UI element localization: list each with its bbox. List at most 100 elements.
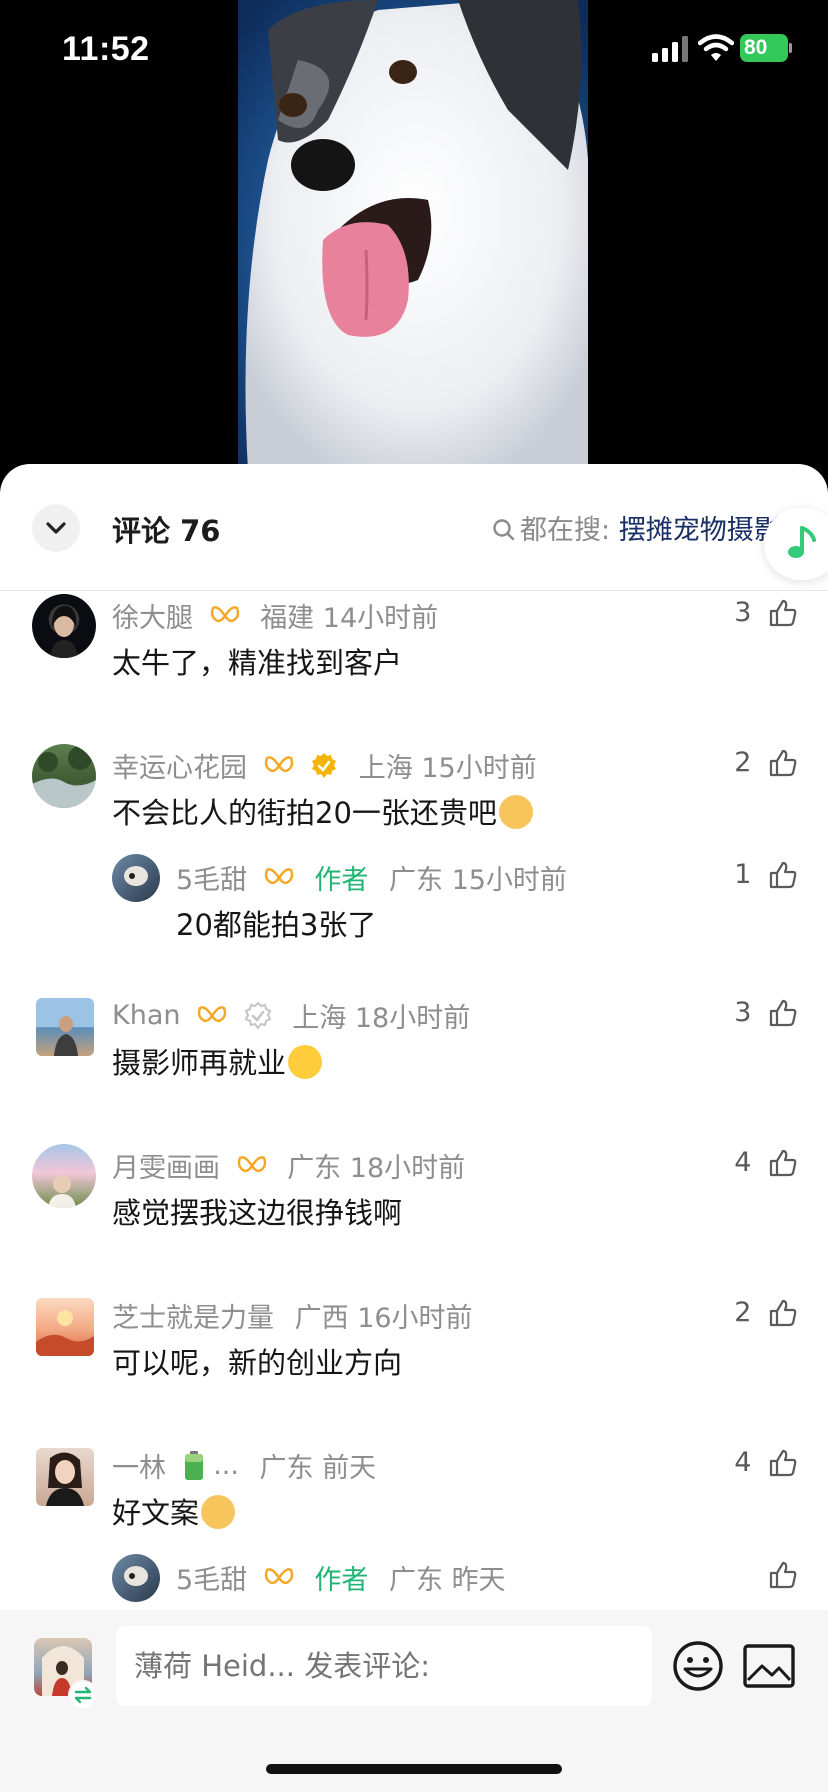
user-avatar[interactable] xyxy=(32,594,96,658)
home-indicator xyxy=(266,1764,562,1774)
avatar-image xyxy=(48,1175,76,1208)
comment-text: 感觉摆我这边很挣钱啊 xyxy=(112,1196,403,1230)
thumbs-up-icon xyxy=(769,861,797,888)
thumbs-up-icon xyxy=(769,1149,797,1176)
comment-username[interactable]: Khan xyxy=(112,1000,180,1031)
comment-time: 18小时前 xyxy=(349,1153,466,1184)
like-button[interactable]: 4 xyxy=(734,1146,798,1178)
comment-meta: 幸运心花园 上海 15小时前 xyxy=(112,746,537,785)
comment-meta: Khan 上海 18小时前 xyxy=(112,996,470,1035)
avatar-image xyxy=(124,1566,148,1586)
collapse-button[interactable] xyxy=(32,504,80,552)
comment-username[interactable]: 徐大腿 xyxy=(112,603,193,634)
reply-text: 20都能拍3张了 xyxy=(176,908,377,942)
avatar-image xyxy=(50,605,78,658)
status-time: 11:52 xyxy=(62,30,150,68)
butterfly-badge-icon xyxy=(264,867,293,884)
video-player[interactable]: 11:52 80 xyxy=(0,0,828,480)
comment-username[interactable]: 一林 xyxy=(112,1453,166,1484)
wifi-icon xyxy=(698,34,734,61)
butterfly-badge-icon xyxy=(197,1005,227,1022)
comment-text-row: 摄影师再就业 xyxy=(112,1040,323,1082)
avatar-image xyxy=(32,746,96,808)
comment-list[interactable]: 徐大腿 福建 14小时前 太牛了，精准找到客户 3 幸运心花园 上海 15小时前 xyxy=(0,592,828,1410)
reply-username[interactable]: 5毛甜 xyxy=(176,1565,247,1596)
like-button[interactable] xyxy=(760,1558,798,1590)
emoji-button-icon[interactable] xyxy=(670,1638,726,1694)
comment-time: 14小时前 xyxy=(322,603,439,634)
comment-meta: 一林 ... 广东 前天 xyxy=(112,1446,376,1485)
verified-outline-badge-icon xyxy=(244,1001,272,1030)
like-count: 1 xyxy=(734,859,752,890)
chevron-down-icon xyxy=(46,522,66,534)
comment-time: 前天 xyxy=(322,1453,377,1484)
avatar-image xyxy=(36,1310,94,1356)
username-ellipsis: ... xyxy=(213,1450,239,1481)
cat-face-emoji-icon xyxy=(201,1495,236,1529)
verified-badge-icon xyxy=(312,752,337,778)
music-floating-button[interactable] xyxy=(764,508,828,580)
comment-time: 16小时前 xyxy=(357,1303,473,1334)
user-avatar[interactable] xyxy=(32,1144,96,1208)
reply-time: 昨天 xyxy=(451,1565,506,1596)
comment-location: 上海 xyxy=(358,753,413,784)
user-avatar[interactable] xyxy=(36,1298,94,1356)
comment-text: 好文案 xyxy=(112,1496,200,1530)
reply-location: 广东 xyxy=(388,865,443,896)
comment-text: 不会比人的街拍20一张还贵吧 xyxy=(112,796,497,830)
comment-location: 广东 xyxy=(259,1453,314,1484)
user-avatar[interactable] xyxy=(36,998,94,1056)
author-tag: 作者 xyxy=(314,865,369,896)
switch-arrows-icon xyxy=(74,1686,92,1704)
comment-meta: 月雯画画 广东 18小时前 xyxy=(112,1146,465,1185)
search-prefix-label: 都在搜: xyxy=(520,515,611,546)
like-button[interactable]: 2 xyxy=(734,1296,798,1328)
thumbs-up-icon xyxy=(769,999,797,1026)
like-button[interactable]: 3 xyxy=(734,996,798,1028)
comment-meta: 芝士就是力量 广西 16小时前 xyxy=(112,1296,473,1335)
like-count: 3 xyxy=(734,997,752,1028)
author-tag: 作者 xyxy=(314,1565,369,1596)
reply-time: 15小时前 xyxy=(451,865,567,896)
comment-text: 太牛了，精准找到客户 xyxy=(112,646,403,680)
like-count: 4 xyxy=(734,1147,752,1178)
like-button[interactable]: 4 xyxy=(734,1446,798,1478)
comments-count-title: 评论 76 xyxy=(112,514,221,548)
avatar-image xyxy=(54,1016,78,1056)
comment-username[interactable]: 芝士就是力量 xyxy=(112,1303,274,1334)
comment-text: 摄影师再就业 xyxy=(112,1046,287,1080)
comment-input[interactable] xyxy=(116,1626,652,1706)
comment-location: 福建 xyxy=(260,603,315,634)
battery-level: 80 xyxy=(740,34,788,62)
comment-username[interactable]: 幸运心花园 xyxy=(112,753,247,784)
like-button[interactable]: 2 xyxy=(734,746,798,778)
comment-time: 18小时前 xyxy=(354,1003,471,1034)
author-avatar[interactable] xyxy=(112,1554,160,1602)
switch-account-badge[interactable] xyxy=(68,1680,98,1710)
comment-meta: 徐大腿 福建 14小时前 xyxy=(112,596,438,635)
author-avatar[interactable] xyxy=(112,854,160,902)
avatar-image xyxy=(124,866,148,886)
reply-meta: 5毛甜 作者 广东 15小时前 xyxy=(176,858,567,897)
like-count: 2 xyxy=(734,1297,752,1328)
comment-text-row: 好文案 xyxy=(112,1490,236,1532)
like-count: 4 xyxy=(734,1447,752,1478)
battery-tip xyxy=(789,43,792,53)
like-button[interactable]: 3 xyxy=(734,596,798,628)
comment-location: 上海 xyxy=(292,1003,347,1034)
thumbs-up-icon xyxy=(769,599,797,626)
battery-indicator: 80 xyxy=(740,34,792,62)
music-note-icon xyxy=(788,526,816,558)
like-button[interactable]: 1 xyxy=(734,858,798,890)
trending-search-link[interactable]: 都在搜: 摆摊宠物摄影 xyxy=(492,508,781,547)
butterfly-badge-icon xyxy=(264,755,293,772)
reply-username[interactable]: 5毛甜 xyxy=(176,865,247,896)
comment-username[interactable]: 月雯画画 xyxy=(112,1153,220,1184)
comment-location: 广东 xyxy=(287,1153,342,1184)
reply-meta: 5毛甜 作者 广东 昨天 xyxy=(176,1558,506,1597)
user-avatar[interactable] xyxy=(32,744,96,808)
thumbs-up-icon xyxy=(769,1299,797,1326)
user-avatar[interactable] xyxy=(36,1448,94,1506)
butterfly-badge-icon xyxy=(264,1567,293,1584)
image-picker-icon[interactable] xyxy=(742,1640,796,1692)
